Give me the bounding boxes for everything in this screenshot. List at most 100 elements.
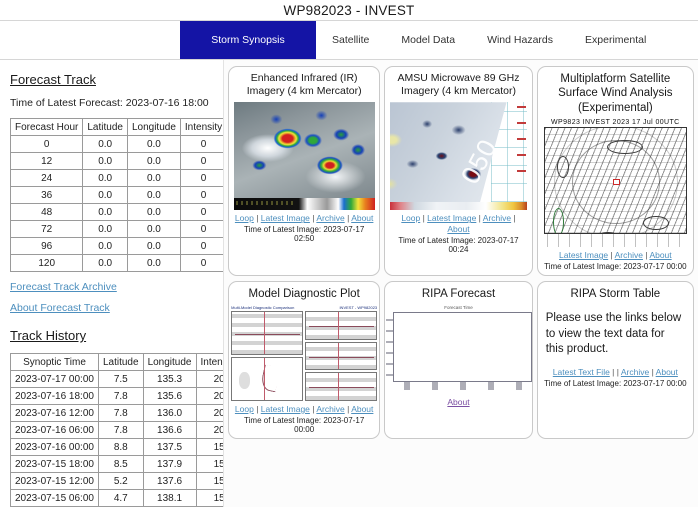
- table-cell: 2023-07-16 06:00: [10, 421, 99, 439]
- mdp-landmass: [239, 372, 251, 390]
- table-cell: 15: [195, 472, 223, 490]
- table-cell: 0: [179, 220, 223, 238]
- tab-satellite[interactable]: Satellite: [316, 21, 385, 59]
- table-cell: 0.0: [82, 220, 128, 238]
- col-intensity: Intensity: [195, 353, 223, 371]
- link-latest-image[interactable]: Latest Image: [261, 404, 310, 414]
- tab-wind-hazards-label: Wind Hazards: [487, 34, 554, 46]
- link-loop[interactable]: Loop: [401, 213, 420, 223]
- link-about[interactable]: About: [351, 213, 373, 223]
- table-row: 72 0.0 0.0 0: [9, 220, 223, 238]
- infrared-colorbar: [233, 198, 375, 211]
- link-about[interactable]: About: [447, 224, 469, 234]
- table-cell: 137.6: [142, 472, 197, 490]
- table-cell: 120: [9, 254, 84, 272]
- table-cell: 8.5: [97, 455, 144, 473]
- table-cell: 96: [9, 237, 84, 255]
- table-cell: 5.2: [97, 472, 144, 490]
- table-cell: 0.0: [82, 135, 128, 153]
- table-row: 2023-07-17 00:00 7.5 135.3 20: [10, 370, 223, 388]
- infrared-satellite-image[interactable]: [233, 102, 375, 199]
- link-latest-text-file[interactable]: Latest Text File: [553, 367, 610, 377]
- link-archive[interactable]: Archive: [483, 213, 511, 223]
- amsu-microwave-image[interactable]: 050: [390, 102, 527, 203]
- table-row: 12 0.0 0.0 0: [9, 152, 223, 170]
- card-links-ripa-table: Latest Text File | | Archive | About: [553, 367, 678, 378]
- link-forecast-track-archive[interactable]: Forecast Track Archive: [10, 281, 215, 293]
- page-root: WP982023 - INVEST Storm Synopsis Satelli…: [0, 0, 698, 507]
- table-row: 2023-07-15 18:00 8.5 137.9 15: [10, 455, 223, 473]
- card-title-ripa-forecast: RIPA Forecast: [421, 288, 496, 300]
- mdp-header-right: INVEST - WP982023: [339, 305, 378, 311]
- table-cell: 0: [9, 135, 84, 153]
- link-about[interactable]: About: [447, 397, 469, 407]
- mdp-trace: [308, 387, 375, 389]
- amsu-tick: [517, 122, 526, 125]
- link-archive[interactable]: Archive: [316, 404, 344, 414]
- table-cell: 0: [179, 254, 223, 272]
- link-archive[interactable]: Archive: [316, 213, 344, 223]
- mdp-trace: [308, 326, 375, 328]
- card-links-model: Loop | Latest Image | Archive | About: [235, 404, 374, 415]
- track-history-heading: Track History: [10, 328, 87, 343]
- model-diagnostic-plot[interactable]: Multi-Model Diagnostic Comparison INVEST…: [231, 305, 378, 401]
- table-cell: 136.6: [142, 421, 197, 439]
- tab-experimental-label: Experimental: [585, 34, 647, 46]
- card-amsu-microwave: AMSU Microwave 89 GHz Imagery (4 km Merc…: [384, 66, 533, 276]
- card-links-ir: Loop | Latest Image | Archive | About: [235, 213, 374, 224]
- tab-experimental[interactable]: Experimental: [569, 21, 662, 59]
- link-latest-image[interactable]: Latest Image: [559, 250, 608, 260]
- table-cell: 0: [179, 237, 223, 255]
- table-cell: 0.0: [126, 186, 181, 204]
- card-title-wind: Multiplatform Satellite Surface Wind Ana…: [558, 73, 673, 114]
- table-cell: 2023-07-15 12:00: [10, 472, 99, 490]
- table-cell: 20: [195, 387, 223, 405]
- wind-analysis-plot[interactable]: [543, 127, 687, 235]
- card-model-diagnostic-plot: Model Diagnostic Plot Multi-Model Diagno…: [228, 281, 381, 439]
- mdp-trace: [234, 334, 301, 336]
- ripa-plot-subtitle: Forecast Time: [444, 305, 473, 311]
- table-cell: 0: [179, 203, 223, 221]
- table-row: 2023-07-15 06:00 4.7 138.1 15: [10, 489, 223, 507]
- table-cell: 8.8: [97, 438, 144, 456]
- ripa-plot-wrap: [386, 312, 532, 391]
- ripa-forecast-plot[interactable]: [386, 312, 532, 391]
- link-latest-image[interactable]: Latest Image: [261, 213, 310, 223]
- mdp-track-map: [231, 357, 304, 401]
- wind-barb-legend: [543, 234, 687, 247]
- link-archive[interactable]: Archive: [615, 250, 643, 260]
- link-latest-image[interactable]: Latest Image: [427, 213, 476, 223]
- table-cell: 72: [9, 220, 84, 238]
- tab-model-data[interactable]: Model Data: [385, 21, 471, 59]
- tab-wind-hazards[interactable]: Wind Hazards: [471, 21, 569, 59]
- table-cell: 0.0: [126, 237, 181, 255]
- col-latitude: Latitude: [97, 353, 144, 371]
- table-row: 24 0.0 0.0 0: [9, 169, 223, 187]
- link-about[interactable]: About: [351, 404, 373, 414]
- card-stamp-amsu: Time of Latest Image: 2023-07-17 00:24: [398, 236, 519, 255]
- link-about[interactable]: About: [656, 367, 678, 377]
- mdp-column-right: [305, 311, 378, 401]
- forecast-track-heading: Forecast Track: [10, 72, 96, 87]
- amsu-colorbar: [390, 202, 527, 211]
- table-cell: 135.6: [142, 387, 197, 405]
- ripa-table-message: Please use the links below to view the t…: [545, 312, 682, 355]
- table-cell: 0: [179, 152, 223, 170]
- link-about[interactable]: About: [649, 250, 671, 260]
- table-cell: 2023-07-16 18:00: [10, 387, 99, 405]
- table-cell: 0.0: [82, 254, 128, 272]
- forecast-track-body: 0 0.0 0.0 0 12 0.0 0.0 0 24 0.0 0.0 0 36 0.0 0.0 0 48 0.0…: [9, 135, 223, 272]
- link-loop[interactable]: Loop: [235, 213, 254, 223]
- sidebar: Forecast Track Time of Latest Forecast: …: [0, 60, 224, 507]
- link-loop[interactable]: Loop: [235, 404, 254, 414]
- table-cell: 20: [195, 404, 223, 422]
- card-title-model: Model Diagnostic Plot: [248, 288, 360, 300]
- amsu-tick: [517, 138, 526, 141]
- tab-storm-synopsis[interactable]: Storm Synopsis: [180, 21, 316, 59]
- table-row: 48 0.0 0.0 0: [9, 203, 223, 221]
- link-archive[interactable]: Archive: [621, 367, 649, 377]
- track-history-table: Synoptic Time Latitude Longitude Intensi…: [10, 353, 223, 507]
- table-cell: 0: [179, 169, 223, 187]
- link-about-forecast-track[interactable]: About Forecast Track: [10, 302, 215, 314]
